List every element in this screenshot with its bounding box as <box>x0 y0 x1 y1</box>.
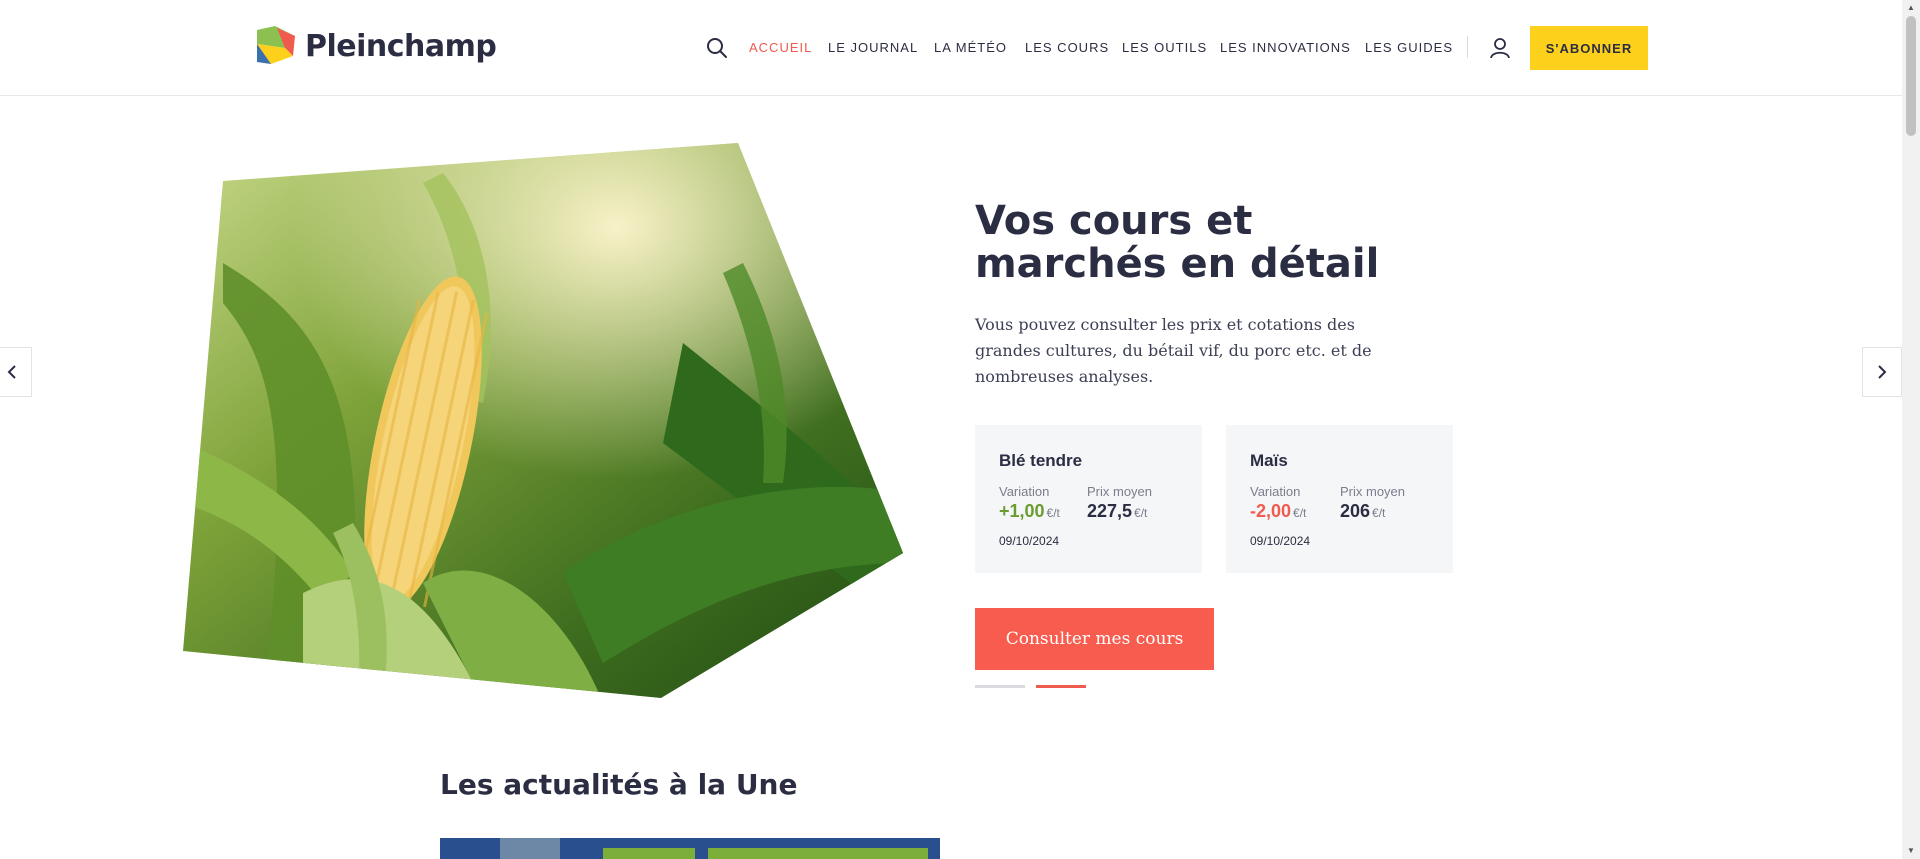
logo-text: Pleinchamp <box>305 28 497 64</box>
price-card-mais[interactable]: Maïs Variation Prix moyen -2,00 €/t 206 €/… <box>1226 425 1453 573</box>
nav-item-accueil[interactable]: ACCUEIL <box>749 40 812 55</box>
pleinchamp-logo-icon <box>257 26 295 64</box>
scrollbar-thumb[interactable] <box>1906 16 1916 136</box>
nav-item-journal[interactable]: LE JOURNAL <box>828 40 918 55</box>
price-card-ble[interactable]: Blé tendre Variation Prix moyen +1,00 €/t… <box>975 425 1202 573</box>
page-scrollbar[interactable]: ▲ ▼ <box>1902 0 1920 859</box>
variation-label: Variation <box>999 484 1050 499</box>
price-unit: €/t <box>1134 506 1148 520</box>
variation-value: -2,00 €/t <box>1250 501 1307 521</box>
hero-corn-image <box>183 143 903 698</box>
news-section-title: Les actualités à la Une <box>440 768 798 801</box>
slider-prev-button[interactable] <box>0 347 32 397</box>
site-header: Pleinchamp ACCUEIL LE JOURNAL LA MÉTÉO L… <box>0 0 1902 96</box>
nav-item-guides[interactable]: LES GUIDES <box>1365 40 1453 55</box>
price-unit: €/t <box>1372 506 1386 520</box>
hero-description: Vous pouvez consulter les prix et cotati… <box>975 315 1372 386</box>
search-icon[interactable] <box>705 36 729 60</box>
nav-item-cours[interactable]: LES COURS <box>1025 40 1109 55</box>
variation-label: Variation <box>1250 484 1301 499</box>
slider-next-button[interactable] <box>1862 347 1902 397</box>
slider-dot-1[interactable] <box>975 685 1025 688</box>
slider-dot-2-active[interactable] <box>1036 685 1086 688</box>
hero-title: Vos cours et marchés en détail <box>975 198 1380 287</box>
nav-item-outils[interactable]: LES OUTILS <box>1122 40 1207 55</box>
variation-value: +1,00 €/t <box>999 501 1060 521</box>
card-name: Maïs <box>1250 451 1288 470</box>
price-label: Prix moyen <box>1340 484 1406 499</box>
thumb-tag <box>603 848 695 859</box>
chevron-right-icon <box>1878 365 1887 379</box>
thumb-shade <box>500 838 560 859</box>
consulter-cours-button[interactable]: Consulter mes cours <box>975 608 1214 670</box>
price-label: Prix moyen <box>1087 484 1153 499</box>
variation-unit: €/t <box>1293 506 1307 520</box>
nav-item-innovations[interactable]: LES INNOVATIONS <box>1220 40 1351 55</box>
site-logo[interactable]: Pleinchamp <box>255 26 497 66</box>
nav-divider <box>1467 36 1468 58</box>
chevron-left-icon <box>7 365 16 379</box>
variation-unit: €/t <box>1046 506 1060 520</box>
nav-item-meteo[interactable]: LA MÉTÉO <box>934 40 1007 55</box>
subscribe-button[interactable]: S'ABONNER <box>1530 26 1648 70</box>
scroll-down-arrow-icon[interactable]: ▼ <box>1906 846 1916 856</box>
thumb-tag <box>708 848 928 859</box>
scroll-up-arrow-icon[interactable]: ▲ <box>1906 3 1916 13</box>
price-value: 227,5 €/t <box>1087 501 1148 521</box>
card-name: Blé tendre <box>999 451 1083 470</box>
news-thumbnail[interactable] <box>440 838 940 859</box>
card-date: 09/10/2024 <box>999 534 1060 548</box>
user-icon[interactable] <box>1488 36 1512 60</box>
price-value: 206 €/t <box>1340 501 1386 521</box>
card-date: 09/10/2024 <box>1250 534 1311 548</box>
